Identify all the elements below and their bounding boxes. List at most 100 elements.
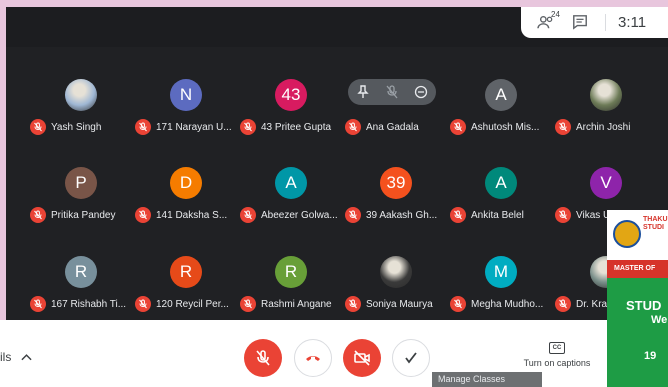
participants-button[interactable]: 24: [537, 10, 560, 32]
participant-avatar: 39: [380, 167, 412, 199]
mic-muted-icon: [30, 296, 46, 312]
mic-off-icon: [256, 350, 270, 366]
participant-tile[interactable]: R 167 Rishabh Ti...: [30, 256, 130, 316]
participant-name-row: Ankita Belel: [450, 207, 562, 223]
participant-tile[interactable]: R Rashmi Angane: [240, 256, 340, 316]
participant-name: Pritika Pandey: [51, 209, 116, 221]
participant-name-row: Megha Mudho...: [450, 296, 562, 312]
mic-muted-icon: [555, 296, 571, 312]
participant-name: Soniya Maurya: [366, 298, 433, 310]
mic-muted-icon: [555, 207, 571, 223]
participant-tile[interactable]: D 141 Daksha S...: [135, 167, 235, 227]
participant-photo: [380, 256, 412, 288]
mic-muted-icon: [240, 296, 256, 312]
mic-muted-icon: [135, 119, 151, 135]
participant-tile[interactable]: Soniya Maurya: [345, 256, 445, 316]
mic-muted-icon: [450, 296, 466, 312]
captions-button[interactable]: CC Turn on captions: [518, 342, 596, 368]
participant-name: Archin Joshi: [576, 121, 631, 133]
poster-subtitle: We: [651, 314, 668, 326]
participant-name-row: 167 Rishabh Ti...: [30, 296, 142, 312]
participant-tile[interactable]: Archin Joshi: [555, 79, 655, 139]
overlay-poster: THAKU STUDI MASTER OF STUD We 19: [607, 210, 668, 387]
poster-org-line2: STUDI: [643, 224, 664, 231]
participant-avatar: D: [170, 167, 202, 199]
participant-name-row: Ana Gadala: [345, 119, 457, 135]
camera-toggle-button[interactable]: [343, 339, 381, 377]
participant-name: Yash Singh: [51, 121, 102, 133]
checkmark-icon: [405, 352, 417, 364]
mic-muted-icon: [450, 119, 466, 135]
participant-name: 141 Daksha S...: [156, 209, 228, 221]
raise-hand-button[interactable]: [392, 339, 430, 377]
mute-icon[interactable]: [385, 85, 399, 99]
participant-name-row: 39 Aakash Gh...: [345, 207, 457, 223]
participant-tile[interactable]: 43 43 Pritee Gupta: [240, 79, 340, 139]
participant-name-row: Yash Singh: [30, 119, 142, 135]
participant-tile[interactable]: 39 39 Aakash Gh...: [345, 167, 445, 227]
poster-number: 19: [644, 350, 657, 362]
participant-tile[interactable]: M Megha Mudho...: [450, 256, 550, 316]
participant-name: Megha Mudho...: [471, 298, 544, 310]
participant-avatar: M: [485, 256, 517, 288]
participant-name-row: Ashutosh Mis...: [450, 119, 562, 135]
participant-avatar: A: [485, 79, 517, 111]
participant-name-row: 120 Reycil Per...: [135, 296, 247, 312]
participant-name: 167 Rishabh Ti...: [51, 298, 127, 310]
participant-name: Rashmi Angane: [261, 298, 332, 310]
remove-icon[interactable]: [414, 85, 428, 99]
participant-name-row: Abeezer Golwa...: [240, 207, 352, 223]
participant-tile[interactable]: A Abeezer Golwa...: [240, 167, 340, 227]
participant-avatar: P: [65, 167, 97, 199]
chevron-up-icon: [21, 354, 32, 361]
participant-avatar: A: [275, 167, 307, 199]
participant-name-row: 141 Daksha S...: [135, 207, 247, 223]
poster-org-line1: THAKU: [643, 216, 668, 223]
mic-muted-icon: [30, 207, 46, 223]
mic-muted-icon: [240, 207, 256, 223]
tile-hover-controls: [348, 79, 436, 105]
mic-muted-icon: [135, 207, 151, 223]
participant-name: 39 Aakash Gh...: [366, 209, 438, 221]
details-label: ils: [0, 350, 12, 364]
mic-muted-icon: [345, 207, 361, 223]
participant-name: 171 Narayan U...: [156, 121, 232, 133]
poster-title: STUD: [626, 298, 662, 313]
participant-tile[interactable]: P Pritika Pandey: [30, 167, 130, 227]
chat-button[interactable]: [571, 14, 591, 32]
meeting-clock: 3:11: [605, 14, 646, 31]
participant-avatar: R: [275, 256, 307, 288]
participant-tile[interactable]: A Ashutosh Mis...: [450, 79, 550, 139]
participant-avatar: 43: [275, 79, 307, 111]
mic-muted-icon: [135, 296, 151, 312]
participant-avatar: R: [170, 256, 202, 288]
meeting-details-button[interactable]: ils: [0, 350, 32, 364]
participant-photo: [65, 79, 97, 111]
participant-name-row: 43 Pritee Gupta: [240, 119, 352, 135]
participant-tile[interactable]: N 171 Narayan U...: [135, 79, 235, 139]
participant-name: 120 Reycil Per...: [156, 298, 229, 310]
captions-label: Turn on captions: [523, 358, 591, 368]
pin-icon[interactable]: [356, 85, 370, 99]
meeting-info-pill: 24 3:11: [521, 7, 668, 38]
leave-call-button[interactable]: [294, 339, 332, 377]
participant-avatar: V: [590, 167, 622, 199]
mic-muted-icon: [345, 119, 361, 135]
participant-tile[interactable]: R 120 Reycil Per...: [135, 256, 235, 316]
participant-name: Ana Gadala: [366, 121, 419, 133]
poster-red-band: MASTER OF: [607, 260, 668, 278]
microphone-toggle-button[interactable]: [244, 339, 282, 377]
participant-name-row: Rashmi Angane: [240, 296, 352, 312]
participant-name-row: Pritika Pandey: [30, 207, 142, 223]
poster-header: THAKU STUDI: [607, 210, 668, 260]
participant-name-row: 171 Narayan U...: [135, 119, 247, 135]
captions-icon: CC: [549, 342, 565, 354]
hang-up-icon: [306, 356, 320, 361]
participant-avatar: R: [65, 256, 97, 288]
participant-tile[interactable]: A Ankita Belel: [450, 167, 550, 227]
participant-name: Abeezer Golwa...: [261, 209, 338, 221]
participant-tile[interactable]: Yash Singh: [30, 79, 130, 139]
camera-off-icon: [354, 350, 370, 366]
manage-classes-bar[interactable]: Manage Classes: [432, 372, 542, 387]
poster-org-name: THAKU STUDI: [643, 216, 668, 232]
